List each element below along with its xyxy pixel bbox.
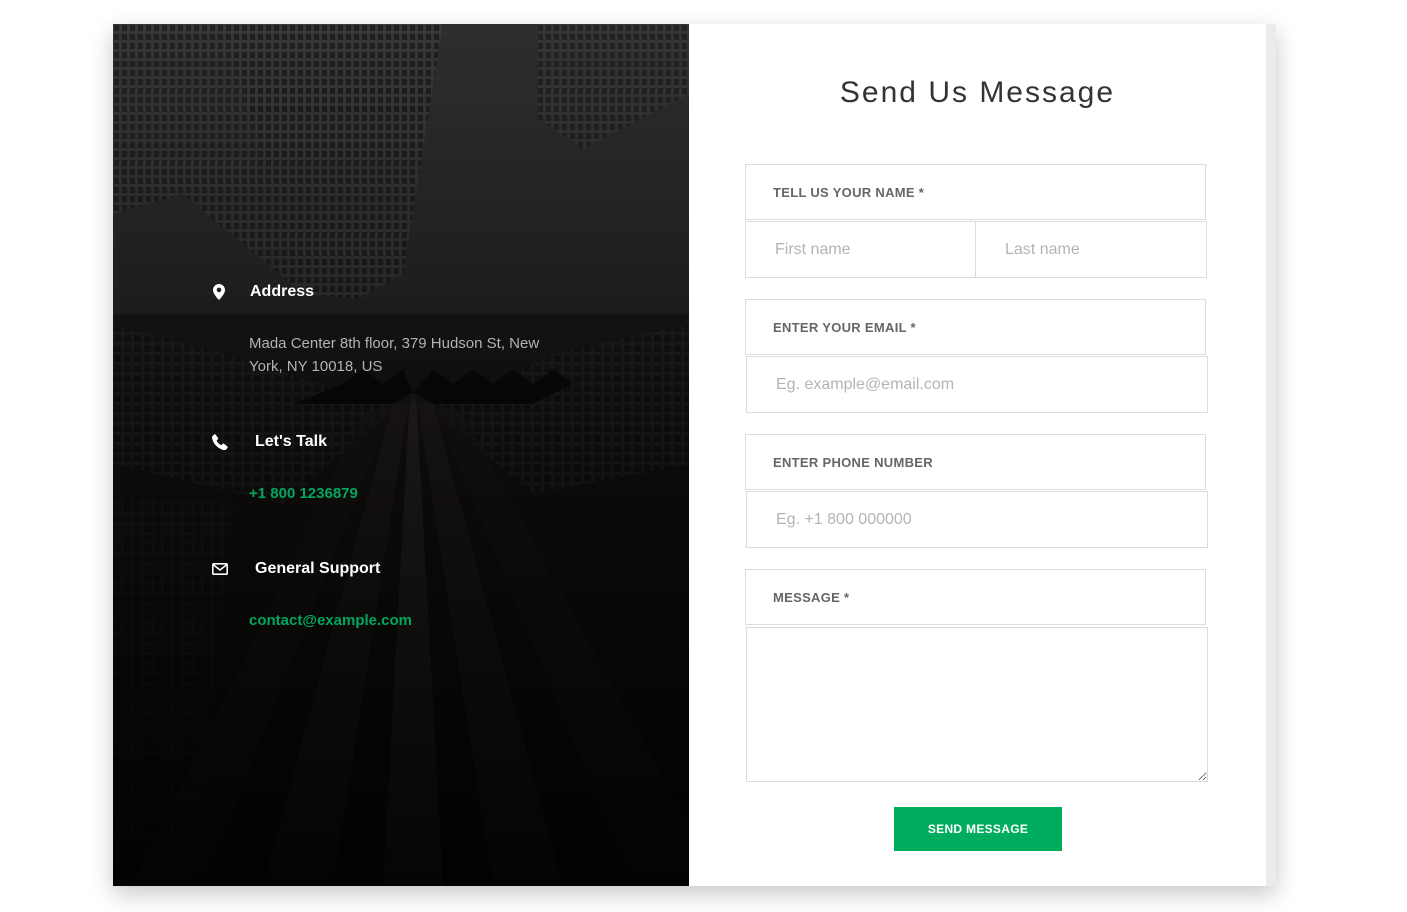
first-name-input[interactable] [745,221,976,278]
email-label: ENTER YOUR EMAIL * [745,299,1206,355]
city-buildings-background-image [113,24,689,886]
contact-card: Address Mada Center 8th floor, 379 Hudso… [113,24,1276,886]
envelope-icon [211,560,229,578]
address-title: Address [250,283,315,300]
email-link[interactable]: contact@example.com [249,612,412,629]
phone-label: ENTER PHONE NUMBER [745,434,1206,490]
lets-talk-title: Let's Talk [255,433,327,450]
message-form-panel: Send Us Message TELL US YOUR NAME * ENTE… [689,24,1266,886]
name-label: TELL US YOUR NAME * [745,164,1206,220]
send-message-button[interactable]: SEND MESSAGE [894,807,1062,851]
address-text: Mada Center 8th floor, 379 Hudson St, Ne… [249,335,540,375]
phone-link[interactable]: +1 800 1236879 [249,485,358,502]
scrollbar-track[interactable] [1266,24,1276,886]
last-name-input[interactable] [975,221,1207,278]
map-marker-icon [210,283,228,301]
message-textarea[interactable] [746,627,1208,782]
phone-icon [211,433,229,451]
contact-info-panel: Address Mada Center 8th floor, 379 Hudso… [113,24,689,886]
phone-input[interactable] [746,491,1208,548]
form-title: Send Us Message [839,76,1116,109]
message-label: MESSAGE * [745,569,1206,625]
general-support-title: General Support [255,560,381,577]
email-input[interactable] [746,356,1208,413]
